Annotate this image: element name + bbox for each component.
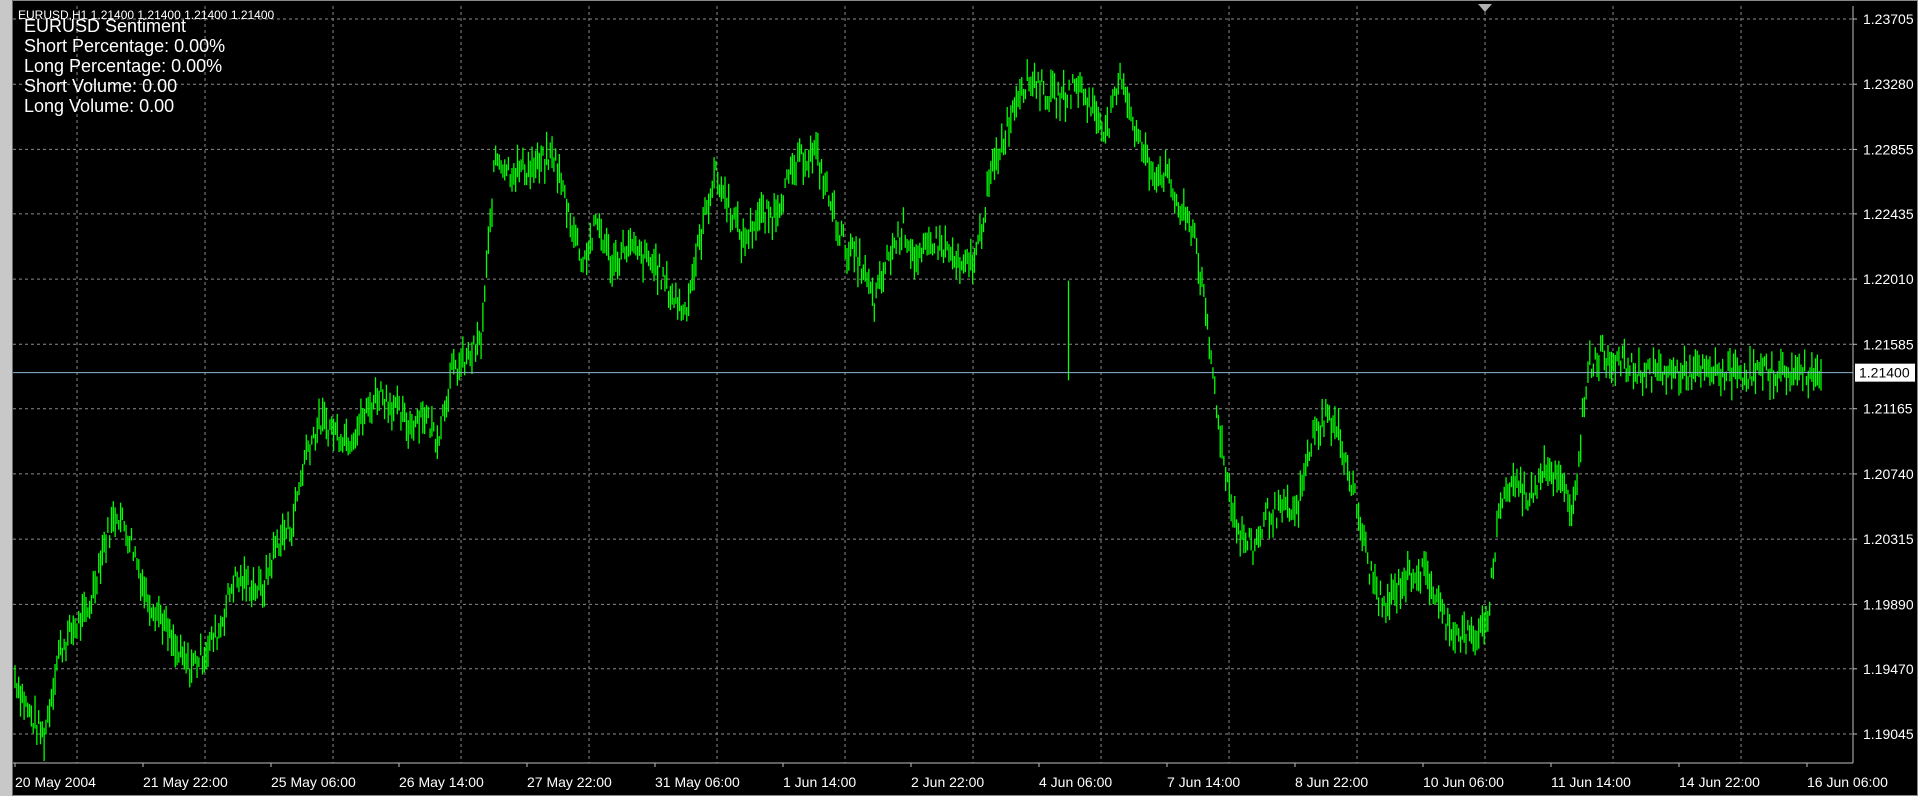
short-percentage: Short Percentage: 0.00% xyxy=(24,36,226,56)
price-axis-label: 1.19045 xyxy=(1863,726,1914,742)
time-axis-label: 4 Jun 06:00 xyxy=(1039,774,1112,790)
time-axis-label: 8 Jun 22:00 xyxy=(1295,774,1368,790)
left-resize-strip[interactable] xyxy=(0,0,13,796)
short-volume: Short Volume: 0.00 xyxy=(24,76,178,96)
price-axis-label: 1.21585 xyxy=(1863,336,1914,352)
chart-shift-marker-icon[interactable] xyxy=(1478,4,1492,12)
time-axis-label: 2 Jun 22:00 xyxy=(911,774,984,790)
price-axis-label: 1.22010 xyxy=(1863,271,1914,287)
price-axis-label: 1.22435 xyxy=(1863,206,1914,222)
time-axis-label: 26 May 14:00 xyxy=(399,774,484,790)
long-volume: Long Volume: 0.00 xyxy=(24,96,175,116)
time-axis-label: 10 Jun 06:00 xyxy=(1423,774,1504,790)
time-axis-label: 14 Jun 22:00 xyxy=(1679,774,1760,790)
time-axis-label: 1 Jun 14:00 xyxy=(783,774,856,790)
time-axis-label: 31 May 06:00 xyxy=(655,774,740,790)
price-axis-label: 1.20740 xyxy=(1863,466,1914,482)
chart-window: 1.23705 1.23280 1.22855 1.22435 1.22010 1.215… xyxy=(0,0,1918,796)
price-axis-label: 1.23280 xyxy=(1863,76,1914,92)
time-axis-label: 27 May 22:00 xyxy=(527,774,612,790)
time-axis-label: 16 Jun 06:00 xyxy=(1807,774,1888,790)
price-axis-label: 1.19470 xyxy=(1863,661,1914,677)
price-axis-label: 1.22855 xyxy=(1863,141,1914,157)
time-axis-label: 20 May 2004 xyxy=(15,774,96,790)
sentiment-title: EURUSD Sentiment xyxy=(24,16,187,36)
sentiment-panel: EURUSD Sentiment Short Percentage: 0.00%… xyxy=(24,16,225,116)
plot-area xyxy=(13,6,1853,763)
price-axis-label: 1.20315 xyxy=(1863,531,1914,547)
current-price-label: 1.21400 xyxy=(1859,365,1910,381)
time-axis-label: 21 May 22:00 xyxy=(143,774,228,790)
time-axis-label: 25 May 06:00 xyxy=(271,774,356,790)
time-axis-label: 7 Jun 14:00 xyxy=(1167,774,1240,790)
long-percentage: Long Percentage: 0.00% xyxy=(24,56,223,76)
price-axis-label: 1.21165 xyxy=(1863,401,1913,417)
price-axis-label: 1.23705 xyxy=(1863,11,1914,27)
price-chart[interactable]: 1.23705 1.23280 1.22855 1.22435 1.22010 1.215… xyxy=(13,0,1918,796)
time-axis-label: 11 Jun 14:00 xyxy=(1551,774,1631,790)
price-axis-label: 1.19890 xyxy=(1863,596,1914,612)
